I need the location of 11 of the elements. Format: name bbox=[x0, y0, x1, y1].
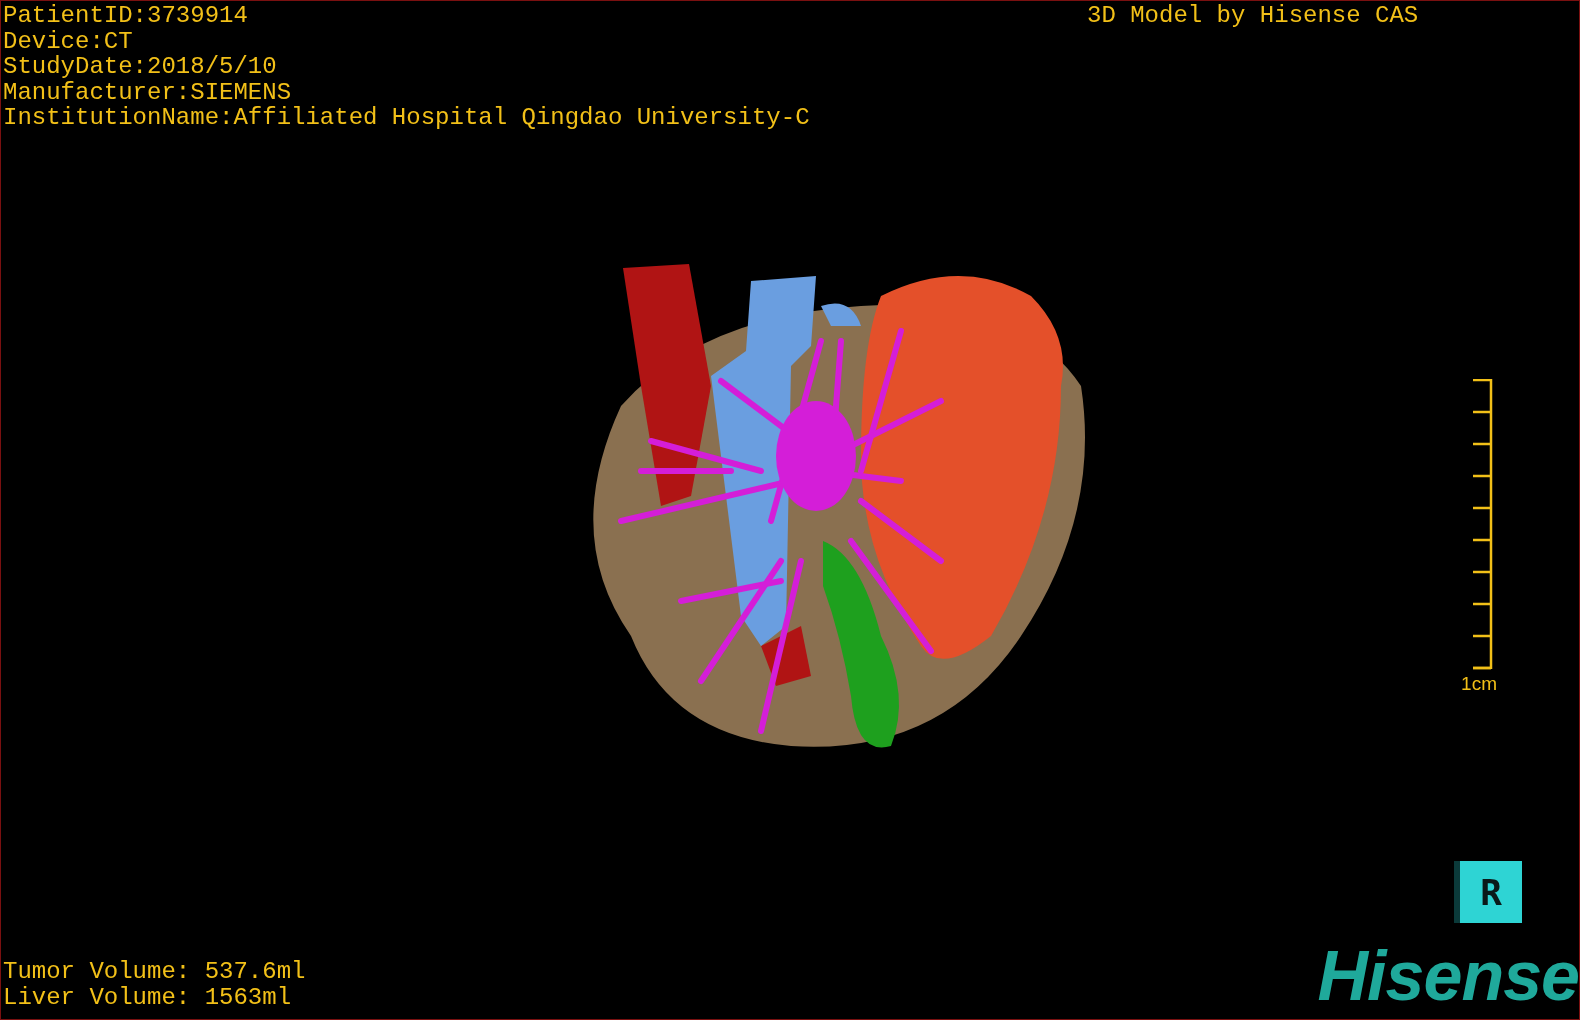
volume-text: Tumor Volume: 537.6ml bbox=[3, 959, 306, 985]
brand-logo: Hisense bbox=[1317, 941, 1579, 1011]
study-info-text: Manufacturer:SIEMENS bbox=[3, 79, 293, 105]
study-info-text: PatientID:3739914 bbox=[3, 3, 249, 29]
study-info-text: InstitutionName:Affiliated Hospital Qingdao University-C bbox=[3, 105, 810, 131]
volume-text: Liver Volume: 1563ml bbox=[3, 984, 293, 1010]
viewer-title: 3D Model by Hisense CAS bbox=[1087, 3, 1419, 29]
study-info-text: Device:CT bbox=[3, 28, 134, 54]
orientation-cube[interactable]: R bbox=[1454, 861, 1522, 923]
study-info-text: StudyDate:2018/5/10 bbox=[3, 54, 278, 80]
scale-label: 1cm bbox=[1461, 673, 1497, 695]
